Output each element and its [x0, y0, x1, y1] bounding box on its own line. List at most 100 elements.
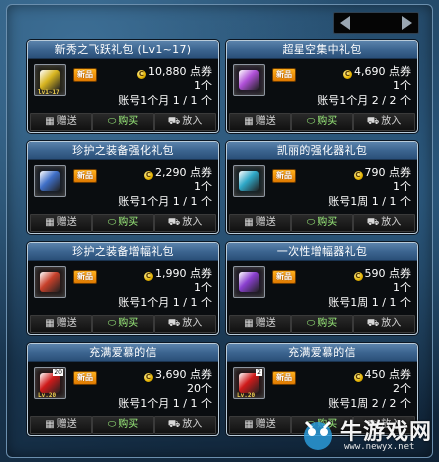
enhance-scroll-icon[interactable]: [34, 165, 66, 197]
card-actions: ▦赠送 ⬭购买 ⛟放入: [30, 214, 216, 232]
amplify-scroll-icon[interactable]: [34, 266, 66, 298]
coin-icon: C: [353, 272, 363, 281]
buy-button[interactable]: ⬭购买: [291, 315, 353, 333]
card-actions: ▦赠送 ⬭购买 ⛟放入: [30, 113, 216, 131]
product-card[interactable]: 超星空集中礼包 新品 C 4,690 点券 1个 账号1个月 2 / 2 个 ▦ 赠…: [226, 40, 418, 133]
watermark-logo-icon: [304, 420, 332, 450]
purchase-limit: 账号1周 2 / 2 个: [328, 397, 411, 410]
levelup-box-icon[interactable]: lv1~17: [34, 64, 66, 96]
gift-icon: ▦: [244, 116, 254, 127]
coin-icon: C: [137, 70, 146, 79]
add-to-cart-button[interactable]: ⛟ 放入: [353, 214, 415, 232]
purchase-limit: 账号1个月 1 / 1 个: [118, 195, 212, 208]
buy-label: 购买: [118, 217, 139, 228]
gift-button[interactable]: ▦ 赠送: [229, 315, 291, 333]
new-badge: 新品: [272, 371, 296, 385]
add-to-cart-button[interactable]: ⛟ 放入: [353, 113, 415, 131]
add-to-cart-button[interactable]: ⛟ 放入: [353, 315, 415, 333]
cart-icon: ⛟: [167, 116, 181, 127]
page-navigator: [333, 12, 419, 34]
love-letter-icon[interactable]: 2 Lv.20: [233, 367, 265, 399]
add-to-cart-button[interactable]: ⛟ 放入: [154, 113, 216, 131]
enhancer-box-icon[interactable]: [233, 165, 265, 197]
buy-label: 购买: [317, 318, 338, 329]
item-glyph: [40, 171, 60, 191]
cart-icon: ⛟: [366, 116, 380, 127]
coin-icon: C: [353, 373, 363, 382]
new-badge: 新品: [73, 169, 97, 183]
item-level: Lv.20: [38, 392, 57, 399]
new-badge: 新品: [73, 68, 97, 82]
new-badge: 新品: [73, 270, 97, 284]
item-glyph: [40, 70, 60, 90]
product-card[interactable]: 珍护之装备强化礼包 新品 C 2,290 点券 1个 账号1个月 1 / 1 个 …: [27, 141, 219, 234]
buy-button[interactable]: ⬭购买: [291, 113, 353, 131]
buy-icon: ⬭: [306, 116, 316, 127]
gift-label: 赠送: [56, 318, 77, 329]
gift-button[interactable]: ▦ 赠送: [30, 416, 92, 434]
add-to-cart-button[interactable]: ⛟ 放入: [154, 214, 216, 232]
gift-button[interactable]: ▦ 赠送: [229, 416, 291, 434]
gift-label: 赠送: [56, 419, 77, 430]
gift-label: 赠送: [255, 419, 276, 430]
buy-button[interactable]: ⬭购买: [291, 214, 353, 232]
buy-icon: ⬭: [107, 318, 117, 329]
product-card[interactable]: 一次性增幅器礼包 新品 C 590 点券 1个 账号1周 1 / 1 个 ▦ 赠送 …: [226, 242, 418, 335]
quantity: 1个: [393, 180, 411, 193]
gift-label: 赠送: [255, 318, 276, 329]
buy-icon: ⬭: [306, 318, 316, 329]
product-title: 珍护之装备强化礼包: [28, 142, 218, 160]
gift-icon: ▦: [45, 116, 55, 127]
gift-button[interactable]: ▦ 赠送: [30, 113, 92, 131]
product-card[interactable]: 充满爱慕的信 20 Lv.20 新品 C 3,690 点券 20个 账号1个月 1…: [27, 343, 219, 436]
product-card[interactable]: 凯丽的强化器礼包 新品 C 790 点券 1个 账号1周 1 / 1 个 ▦ 赠送 …: [226, 141, 418, 234]
card-actions: ▦赠送 ⬭购买 ⛟放入: [229, 113, 415, 131]
product-title: 凯丽的强化器礼包: [227, 142, 417, 160]
gift-button[interactable]: ▦ 赠送: [30, 214, 92, 232]
add-to-cart-button[interactable]: ⛟ 放入: [154, 416, 216, 434]
buy-icon: ⬭: [306, 217, 316, 228]
love-letter-icon[interactable]: 20 Lv.20: [34, 367, 66, 399]
product-card[interactable]: 新秀之飞跃礼包 (Lv1~17) lv1~17 新品 C 10,880 点券 1个…: [27, 40, 219, 133]
add-to-cart-button[interactable]: ⛟ 放入: [154, 315, 216, 333]
card-actions: ▦赠送 ⬭购买 ⛟放入: [30, 315, 216, 333]
quantity: 1个: [393, 281, 411, 294]
coin-icon: C: [144, 171, 153, 180]
coin-icon: C: [144, 373, 153, 382]
cart-icon: ⛟: [167, 419, 181, 430]
product-card[interactable]: 珍护之装备增幅礼包 新品 C 1,990 点券 1个 账号1个月 1 / 1 个 …: [27, 242, 219, 335]
purchase-limit: 账号1个月 1 / 1 个: [118, 397, 212, 410]
star-chest-icon[interactable]: [233, 64, 265, 96]
purchase-limit: 账号1个月 1 / 1 个: [118, 94, 212, 107]
item-glyph: [239, 373, 259, 393]
purchase-limit: 账号1个月 1 / 1 个: [118, 296, 212, 309]
cart-label: 放入: [381, 318, 402, 329]
chevron-left-icon[interactable]: [340, 16, 350, 30]
new-badge: 新品: [272, 270, 296, 284]
quantity: 1个: [194, 180, 212, 193]
purchase-limit: 账号1周 1 / 1 个: [328, 296, 411, 309]
buy-button[interactable]: ⬭购买: [92, 416, 154, 434]
product-title: 超星空集中礼包: [227, 41, 417, 59]
item-glyph: [40, 373, 60, 393]
chevron-right-icon[interactable]: [402, 16, 412, 30]
buy-label: 购买: [118, 318, 139, 329]
coin-icon: C: [144, 272, 153, 281]
amplifier-box-icon[interactable]: [233, 266, 265, 298]
buy-button[interactable]: ⬭购买: [92, 113, 154, 131]
buy-label: 购买: [118, 116, 139, 127]
new-badge: 新品: [272, 68, 296, 82]
gift-icon: ▦: [45, 318, 55, 329]
quantity: 1个: [393, 79, 411, 92]
purchase-limit: 账号1个月 2 / 2 个: [317, 94, 411, 107]
buy-button[interactable]: ⬭购买: [92, 214, 154, 232]
gift-button[interactable]: ▦ 赠送: [229, 113, 291, 131]
gift-button[interactable]: ▦ 赠送: [229, 214, 291, 232]
gift-label: 赠送: [255, 116, 276, 127]
gift-icon: ▦: [244, 419, 254, 430]
buy-button[interactable]: ⬭购买: [92, 315, 154, 333]
gift-button[interactable]: ▦ 赠送: [30, 315, 92, 333]
item-level: Lv.20: [237, 392, 256, 399]
cart-icon: ⛟: [167, 217, 181, 228]
purchase-limit: 账号1周 1 / 1 个: [328, 195, 411, 208]
